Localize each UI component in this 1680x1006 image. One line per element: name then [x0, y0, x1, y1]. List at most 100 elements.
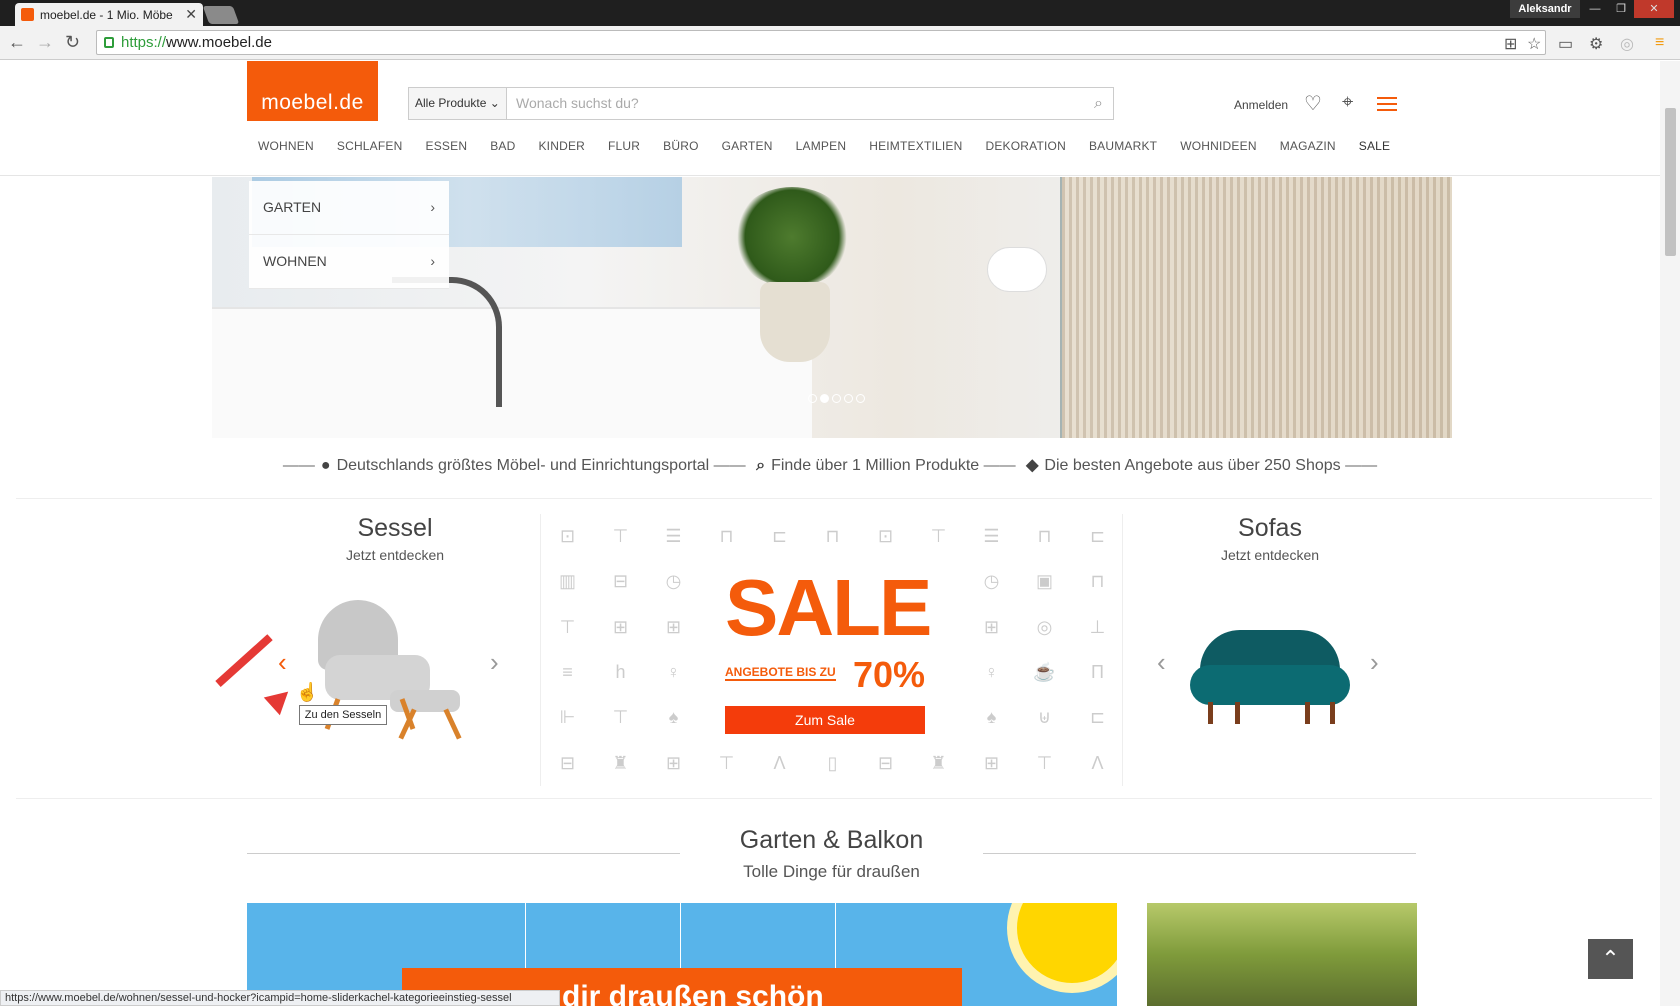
slider-dots [808, 394, 865, 403]
hero-menu-label: GARTEN [263, 199, 322, 215]
chevron-right-icon[interactable]: › [1370, 647, 1379, 678]
new-tab-button[interactable] [202, 6, 240, 24]
nav-item-sale[interactable]: SALE [1359, 139, 1391, 153]
nav-item-garten[interactable]: GARTEN [722, 139, 773, 153]
lamp-icon: ⊤ [612, 526, 629, 547]
stool-icon: Π [1091, 662, 1104, 683]
minimize-icon[interactable]: — [1582, 0, 1608, 18]
nav-item-essen[interactable]: ESSEN [426, 139, 468, 153]
reload-icon[interactable]: ↻ [65, 32, 80, 52]
heart-icon[interactable]: ♡ [1304, 91, 1322, 116]
login-link[interactable]: Anmelden [1234, 98, 1288, 112]
chevron-right-icon[interactable]: › [490, 647, 499, 678]
section-title: Garten & Balkon [739, 826, 924, 854]
category-nav: WOHNEN SCHLAFEN ESSEN BAD KINDER FLUR BÜ… [258, 139, 1413, 153]
close-window-icon[interactable]: ✕ [1634, 0, 1674, 18]
translate-icon[interactable]: ⊞ [1504, 34, 1517, 54]
book-icon: ▯ [827, 752, 838, 773]
chevron-left-icon[interactable]: ‹ [1157, 647, 1166, 678]
restore-icon[interactable]: ❐ [1608, 0, 1634, 18]
slider-dot[interactable] [856, 394, 865, 403]
nav-item-flur[interactable]: FLUR [608, 139, 640, 153]
nav-item-wohnen[interactable]: WOHNEN [258, 139, 314, 153]
tile-sofas[interactable]: Sofas Jetzt entdecken [1190, 514, 1350, 563]
extension-gear-icon[interactable]: ⚙ [1589, 34, 1603, 54]
location-pin-icon[interactable]: ⌖ [1342, 91, 1353, 114]
nav-item-magazin[interactable]: MAGAZIN [1280, 139, 1336, 153]
grid-icon: ⊞ [665, 616, 682, 637]
chair-icon: ⊓ [825, 526, 840, 547]
tile-sessel[interactable]: Sessel Jetzt entdecken [316, 514, 474, 563]
scroll-to-top-button[interactable]: ⌃ [1588, 939, 1633, 979]
nav-item-heimtextilien[interactable]: HEIMTEXTILIEN [869, 139, 962, 153]
slider-dot[interactable] [844, 394, 853, 403]
back-icon[interactable]: ← [8, 32, 26, 52]
search-category-select[interactable]: Alle Produkte ⌄ [408, 87, 507, 120]
url-host: www.moebel.de [166, 34, 272, 51]
tag-icon: ◆ [1026, 457, 1039, 474]
lamp-icon: ⊤ [930, 526, 947, 547]
nav-item-kinder[interactable]: KINDER [538, 139, 585, 153]
chrome-menu-icon[interactable]: ≡ [1655, 34, 1664, 52]
menu-burger-icon[interactable] [1377, 97, 1397, 115]
easel-icon: Λ [773, 752, 786, 773]
garden-photo[interactable] [1147, 903, 1417, 1006]
site-logo[interactable]: moebel.de [247, 61, 378, 121]
plate-icon: ◎ [1036, 616, 1053, 637]
sofa-icon: ⊓ [1037, 526, 1052, 547]
bed-icon: ⊏ [1089, 526, 1106, 547]
search-input[interactable]: Wonach suchst du? ⌕ [506, 87, 1114, 120]
hero-menu-item-garten[interactable]: GARTEN › [249, 181, 449, 235]
tab-title: moebel.de - 1 Mio. Möbe [40, 7, 173, 22]
bookmark-star-icon[interactable]: ☆ [1527, 34, 1541, 54]
browser-titlebar: moebel.de - 1 Mio. Möbe ✕ Aleksandr — ❐ … [0, 0, 1680, 26]
shelf-icon: ☰ [983, 526, 1000, 547]
slider-dot[interactable] [820, 394, 829, 403]
bed-icon: ⊏ [771, 526, 788, 547]
slider-dot[interactable] [832, 394, 841, 403]
search-icon[interactable]: ⌕ [1094, 88, 1103, 119]
chevron-left-icon[interactable]: ‹ [278, 647, 287, 678]
cast-icon[interactable]: ▭ [1558, 34, 1573, 54]
close-tab-icon[interactable]: ✕ [185, 6, 197, 23]
scrollbar-thumb[interactable] [1665, 108, 1676, 256]
usp-products: Finde über 1 Million Produkte [771, 457, 980, 474]
favicon-icon [21, 8, 34, 21]
status-bar-url: https://www.moebel.de/wohnen/sessel-und-… [0, 990, 560, 1006]
nav-item-buero[interactable]: BÜRO [663, 139, 698, 153]
sofa-image[interactable] [1190, 630, 1350, 730]
tile-subtitle: Jetzt entdecken [345, 547, 445, 563]
tile-title: Sofas [1238, 514, 1302, 542]
nav-item-dekoration[interactable]: DEKORATION [985, 139, 1065, 153]
tv-icon: ▣ [1035, 571, 1053, 592]
nav-item-bad[interactable]: BAD [490, 139, 515, 153]
hero-menu-item-wohnen[interactable]: WOHNEN › [249, 235, 449, 289]
drawer-icon: ⊟ [877, 752, 894, 773]
grid-icon: ⊞ [983, 616, 1000, 637]
browser-toolbar: ← → ↻ https://www.moebel.de ⊞ ☆ ▭ ⚙ ◎ ≡ [0, 26, 1680, 60]
armchair-icon: ⊓ [1090, 571, 1105, 592]
bottle-icon: ♜ [612, 752, 629, 773]
nav-item-lampen[interactable]: LAMPEN [796, 139, 847, 153]
extension-icon[interactable]: ◎ [1620, 34, 1634, 54]
lamp-icon: ⊤ [718, 752, 735, 773]
address-bar[interactable]: https://www.moebel.de [96, 30, 1546, 55]
drawer-icon: ⊟ [559, 752, 576, 773]
desk-icon: ⊟ [612, 571, 629, 592]
sale-percent: 70% [853, 654, 926, 695]
nav-item-wohnideen[interactable]: WOHNIDEEN [1180, 139, 1256, 153]
browser-tab[interactable]: moebel.de - 1 Mio. Möbe ✕ [15, 3, 203, 26]
section-subtitle: Tolle Dinge für draußen [743, 862, 920, 881]
sale-subline: ANGEBOTE BIS ZU [725, 665, 836, 681]
usp-portal: Deutschlands größtes Möbel- und Einricht… [336, 457, 710, 474]
tile-title: Sessel [357, 514, 433, 542]
forward-icon[interactable]: → [36, 32, 54, 52]
sale-button[interactable]: Zum Sale [725, 706, 925, 734]
bed-icon: ⊏ [1089, 707, 1106, 728]
nav-item-schlafen[interactable]: SCHLAFEN [337, 139, 403, 153]
nav-item-baumarkt[interactable]: BAUMARKT [1089, 139, 1157, 153]
sale-tile[interactable]: ⊡ ⊤ ☰ ⊓ ⊏ ⊓ ⊡ ⊤ ☰ ⊓ ⊏ ▥ ⊟ ◷ ◷ ▣ ⊓ ⊤ ⊞ ⊞ ⊞ ◎ ⊥ ≡ h ♀ ♀ ☕ Π ⊩ ⊤ ♠ ♠ ⊎ ⊏ … [540, 514, 1123, 786]
bench-icon: ≡ [562, 662, 573, 683]
slider-dot[interactable] [808, 394, 817, 403]
profile-name[interactable]: Aleksandr [1510, 0, 1580, 18]
